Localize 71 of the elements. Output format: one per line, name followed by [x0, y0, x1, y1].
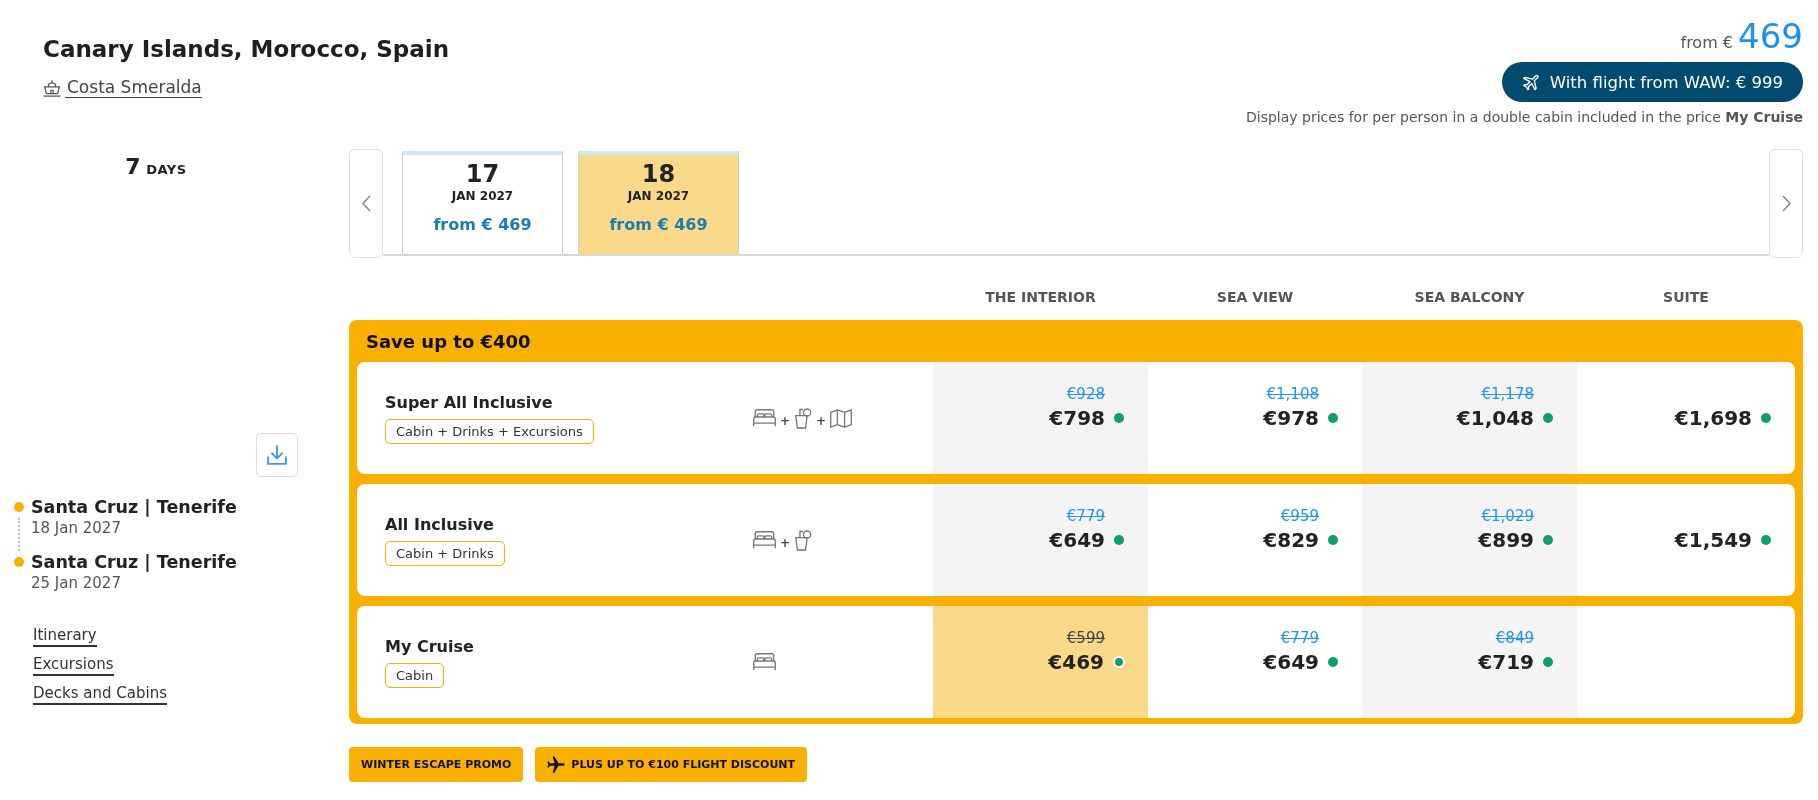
next-button[interactable] [1769, 149, 1803, 258]
download-button[interactable] [256, 433, 298, 477]
port-name: Santa Cruz | Tenerife [31, 496, 237, 518]
status-dot-icon [1543, 657, 1553, 667]
promo-text: WINTER ESCAPE PROMO [361, 758, 512, 771]
fare-name: All Inclusive [385, 514, 494, 535]
status-dot-icon [1543, 535, 1553, 545]
status-dot-icon [1114, 413, 1124, 423]
from-price: from €469 [1680, 16, 1803, 58]
timeline-dot-icon [14, 502, 24, 512]
price-cell[interactable]: €1,549 [1577, 484, 1795, 596]
price-note: Display prices for per person in a double cabin included in the price My Cruise [1246, 109, 1803, 125]
plus-sign: + [780, 414, 791, 428]
port-date: 18 Jan 2027 [31, 518, 122, 539]
status-dot-icon [1328, 413, 1338, 423]
price-cell[interactable]: €849 €719 [1362, 606, 1577, 718]
date-tab[interactable]: 17 JAN 2027 from € 469 [402, 151, 563, 254]
plane-icon [1521, 72, 1542, 92]
fare-name: Super All Inclusive [385, 392, 553, 413]
status-dot-icon [1761, 413, 1771, 423]
inclusions-tag: Cabin + Drinks [385, 540, 505, 566]
drink-icon [794, 407, 813, 429]
map-icon [830, 408, 853, 428]
port-name: Santa Cruz | Tenerife [31, 551, 237, 573]
price-cell[interactable]: €1,698 [1577, 362, 1795, 474]
inclusions-tag: Cabin + Drinks + Excursions [385, 418, 594, 444]
column-header: SEA BALCONY [1413, 288, 1526, 307]
status-dot-icon [1328, 535, 1338, 545]
column-header: THE INTERIOR [984, 288, 1097, 307]
price-cell[interactable]: €779 €649 [1148, 606, 1362, 718]
ship-icon [43, 78, 61, 97]
timeline-line [18, 518, 20, 551]
column-header: SUITE [1662, 288, 1710, 307]
ship-link[interactable]: Costa Smeralda [43, 77, 202, 98]
section-link[interactable]: Itinerary [33, 626, 97, 647]
download-icon [267, 445, 287, 465]
status-dot-icon [1761, 535, 1771, 545]
price-cell[interactable]: €928 €798 [933, 362, 1148, 474]
chevron-right-icon [1781, 195, 1791, 212]
trip-title: Canary Islands, Morocco, Spain [43, 35, 449, 64]
flight-button[interactable]: With flight from WAW: € 999 [1501, 62, 1803, 102]
column-header: SEA VIEW [1215, 288, 1295, 307]
price-cell[interactable]: €599 €469 [933, 606, 1148, 718]
inclusions-tag: Cabin [385, 662, 445, 688]
bed-icon [753, 653, 776, 671]
previous-button[interactable] [349, 149, 383, 258]
price-cell[interactable]: €1,108 €978 [1148, 362, 1362, 474]
status-dot-icon [1114, 535, 1124, 545]
section-link[interactable]: Decks and Cabins [33, 684, 167, 705]
price-cell[interactable]: €959 €829 [1148, 484, 1362, 596]
bed-icon [753, 409, 776, 427]
drink-icon [794, 529, 813, 551]
price-cell[interactable]: €779 €649 [933, 484, 1148, 596]
date-tab[interactable]: 18 JAN 2027 from € 469 [578, 151, 739, 254]
plane-icon [547, 755, 566, 774]
price-cell[interactable]: €1,178 €1,048 [1362, 362, 1577, 474]
plus-sign: + [780, 536, 791, 550]
chevron-left-icon [361, 195, 371, 212]
fare-name: My Cruise [385, 636, 474, 657]
timeline-dot-icon [14, 557, 24, 567]
status-dot-icon [1543, 413, 1553, 423]
section-link[interactable]: Excursions [33, 655, 114, 676]
price-cell[interactable]: €1,029 €899 [1362, 484, 1577, 596]
status-dot-icon [1328, 657, 1338, 667]
duration-label: 7 DAYS [124, 153, 188, 181]
bed-icon [753, 531, 776, 549]
savings-title: Save up to €400 [366, 330, 531, 352]
port-date: 25 Jan 2027 [31, 573, 122, 594]
status-dot-icon [1113, 656, 1125, 668]
promo-text: PLUS UP TO €100 FLIGHT DISCOUNT [571, 758, 796, 771]
plus-sign: + [816, 414, 827, 428]
